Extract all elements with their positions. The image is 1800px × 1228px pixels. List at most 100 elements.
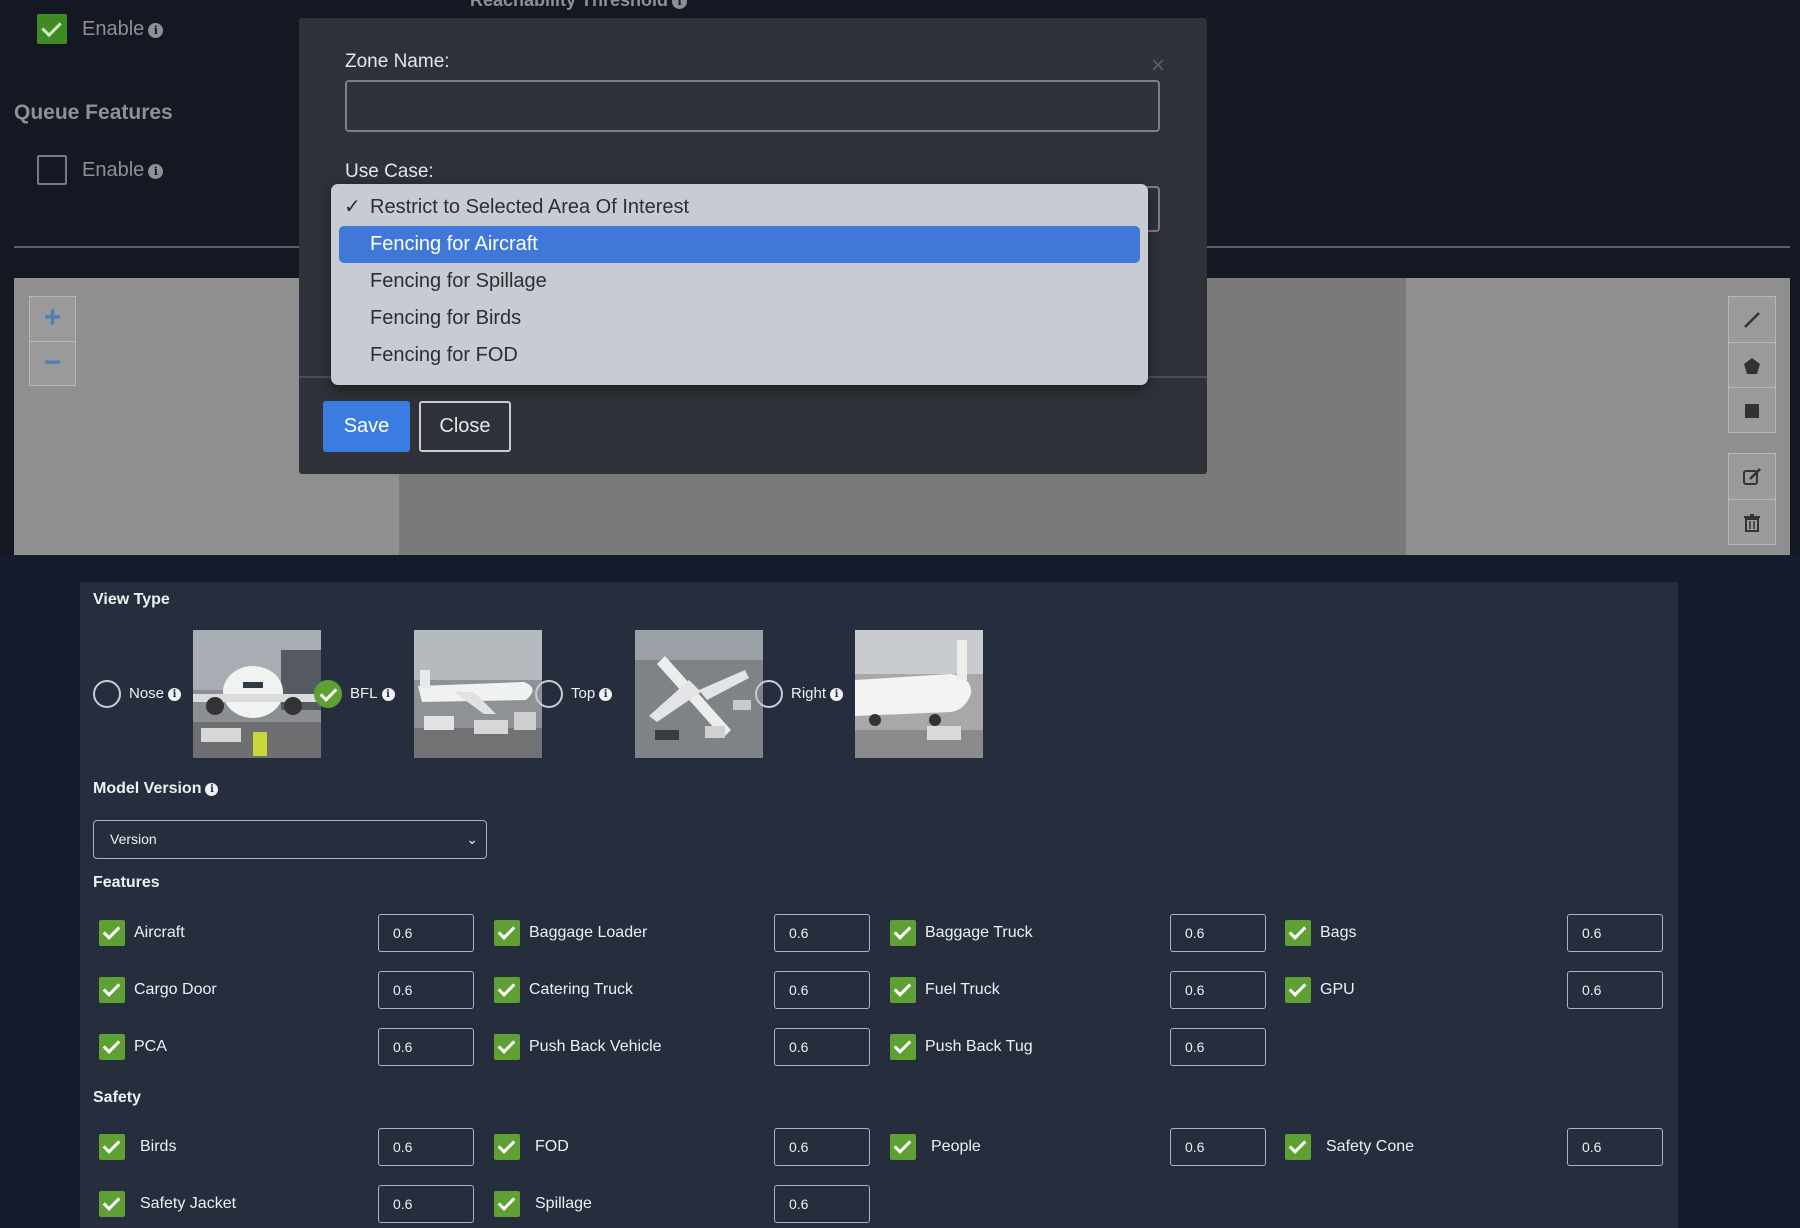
use-case-option-fencing-aircraft[interactable]: Fencing for Aircraft [339, 226, 1140, 263]
feature-cargo-door-threshold[interactable]: 0.6 [378, 971, 474, 1009]
view-type-right-radio[interactable] [755, 680, 783, 708]
close-icon[interactable]: × [1151, 52, 1165, 80]
feature-fuel-truck: Fuel Truck 0.6 [890, 971, 1270, 1009]
feature-push-back-tug: Push Back Tug 0.6 [890, 1028, 1270, 1066]
edit-layers-button[interactable] [1729, 454, 1775, 499]
feature-aircraft-checkbox[interactable] [99, 920, 125, 946]
safety-fod: FOD 0.6 [494, 1128, 874, 1166]
safety-safety-cone-threshold[interactable]: 0.6 [1567, 1128, 1663, 1166]
safety-spillage: Spillage 0.6 [494, 1185, 874, 1223]
feature-label: Baggage Loader [529, 924, 648, 941]
safety-people-threshold[interactable]: 0.6 [1170, 1128, 1266, 1166]
edit-toolbar [1728, 453, 1776, 545]
feature-label: Catering Truck [529, 981, 634, 998]
feature-aircraft-threshold[interactable]: 0.6 [378, 914, 474, 952]
feature-aircraft: Aircraft 0.6 [99, 914, 479, 952]
feature-push-back-tug-checkbox[interactable] [890, 1034, 916, 1060]
use-case-option-fencing-fod[interactable]: Fencing for FOD [339, 337, 1140, 374]
view-type-right-image[interactable] [855, 630, 983, 758]
safety-safety-jacket-threshold[interactable]: 0.6 [378, 1185, 474, 1223]
feature-cargo-door-checkbox[interactable] [99, 977, 125, 1003]
safety-birds-threshold[interactable]: 0.6 [378, 1128, 474, 1166]
feature-label: Safety Jacket [140, 1195, 237, 1212]
feature-catering-truck-threshold[interactable]: 0.6 [774, 971, 870, 1009]
info-icon: i [830, 688, 844, 701]
feature-pca-threshold[interactable]: 0.6 [378, 1028, 474, 1066]
view-type-right-label: Right i [791, 685, 844, 702]
safety-birds: Birds 0.6 [99, 1128, 479, 1166]
feature-fuel-truck-checkbox[interactable] [890, 977, 916, 1003]
safety-people-checkbox[interactable] [890, 1134, 916, 1160]
feature-label: Push Back Vehicle [529, 1038, 662, 1055]
feature-gpu-threshold[interactable]: 0.6 [1567, 971, 1663, 1009]
feature-catering-truck-checkbox[interactable] [494, 977, 520, 1003]
feature-baggage-loader-checkbox[interactable] [494, 920, 520, 946]
feature-bags-threshold[interactable]: 0.6 [1567, 914, 1663, 952]
view-type-top-radio[interactable] [535, 680, 563, 708]
feature-baggage-truck-checkbox[interactable] [890, 920, 916, 946]
feature-label: Safety Cone [1326, 1138, 1415, 1155]
edit-icon [1743, 467, 1761, 485]
feature-baggage-truck-threshold[interactable]: 0.6 [1170, 914, 1266, 952]
queue-enable-checkbox[interactable] [37, 155, 67, 185]
feature-baggage-loader-threshold[interactable]: 0.6 [774, 914, 870, 952]
model-version-title: Model Version i [93, 780, 219, 798]
zoom-control: + − [29, 296, 76, 386]
feature-bags-checkbox[interactable] [1285, 920, 1311, 946]
feature-label: People [931, 1138, 981, 1155]
feature-baggage-loader: Baggage Loader 0.6 [494, 914, 874, 952]
trash-icon [1744, 513, 1760, 532]
feature-fuel-truck-threshold[interactable]: 0.6 [1170, 971, 1266, 1009]
save-button[interactable]: Save [323, 401, 410, 452]
feature-gpu: GPU 0.6 [1285, 971, 1665, 1009]
view-type-top-image[interactable] [635, 630, 763, 758]
queue-enable-label: Enable i [82, 159, 164, 182]
safety-fod-checkbox[interactable] [494, 1134, 520, 1160]
features-title: Features [93, 874, 160, 891]
delete-layers-button[interactable] [1729, 499, 1775, 544]
use-case-option-restrict[interactable]: ✓ Restrict to Selected Area Of Interest [339, 189, 1140, 226]
feature-push-back-vehicle-checkbox[interactable] [494, 1034, 520, 1060]
safety-safety-cone-checkbox[interactable] [1285, 1134, 1311, 1160]
feature-gpu-checkbox[interactable] [1285, 977, 1311, 1003]
info-icon: i [381, 688, 395, 701]
safety-birds-checkbox[interactable] [99, 1134, 125, 1160]
zoom-in-button[interactable]: + [30, 297, 75, 341]
safety-spillage-threshold[interactable]: 0.6 [774, 1185, 870, 1223]
draw-line-icon [1744, 311, 1760, 328]
safety-spillage-checkbox[interactable] [494, 1191, 520, 1217]
enable-checkbox[interactable] [37, 14, 67, 44]
zone-name-input[interactable] [345, 80, 1160, 132]
zone-name-label: Zone Name: [345, 51, 450, 72]
feature-catering-truck: Catering Truck 0.6 [494, 971, 874, 1009]
use-case-option-fencing-spillage[interactable]: Fencing for Spillage [339, 263, 1140, 300]
draw-rectangle-icon [1745, 403, 1759, 418]
info-icon: i [205, 783, 219, 796]
safety-safety-jacket-checkbox[interactable] [99, 1191, 125, 1217]
info-icon: i [148, 164, 164, 179]
feature-label: Bags [1320, 924, 1357, 941]
model-version-select[interactable]: Version ⌄ [93, 820, 487, 859]
safety-fod-threshold[interactable]: 0.6 [774, 1128, 870, 1166]
info-icon: i [168, 688, 182, 701]
draw-polygon-icon [1744, 357, 1760, 374]
view-type-nose-image[interactable] [193, 630, 321, 758]
view-type-title: View Type [93, 591, 170, 608]
feature-label: FOD [535, 1138, 569, 1155]
view-type-bfl-label: BFL i [350, 685, 395, 702]
feature-pca-checkbox[interactable] [99, 1034, 125, 1060]
view-type-bfl-radio[interactable] [314, 680, 342, 708]
draw-polygon-button[interactable] [1729, 342, 1775, 387]
draw-rectangle-button[interactable] [1729, 387, 1775, 432]
draw-line-button[interactable] [1729, 297, 1775, 342]
zoom-out-button[interactable]: − [30, 341, 75, 385]
feature-pca: PCA 0.6 [99, 1028, 479, 1066]
feature-label: Aircraft [134, 924, 185, 941]
view-type-bfl-image[interactable] [414, 630, 542, 758]
use-case-option-fencing-birds[interactable]: Fencing for Birds [339, 300, 1140, 337]
feature-push-back-tug-threshold[interactable]: 0.6 [1170, 1028, 1266, 1066]
feature-push-back-vehicle-threshold[interactable]: 0.6 [774, 1028, 870, 1066]
view-type-nose-radio[interactable] [93, 680, 121, 708]
close-button[interactable]: Close [419, 401, 511, 452]
reachability-threshold-label: Reachability Threshold i [470, 0, 688, 11]
